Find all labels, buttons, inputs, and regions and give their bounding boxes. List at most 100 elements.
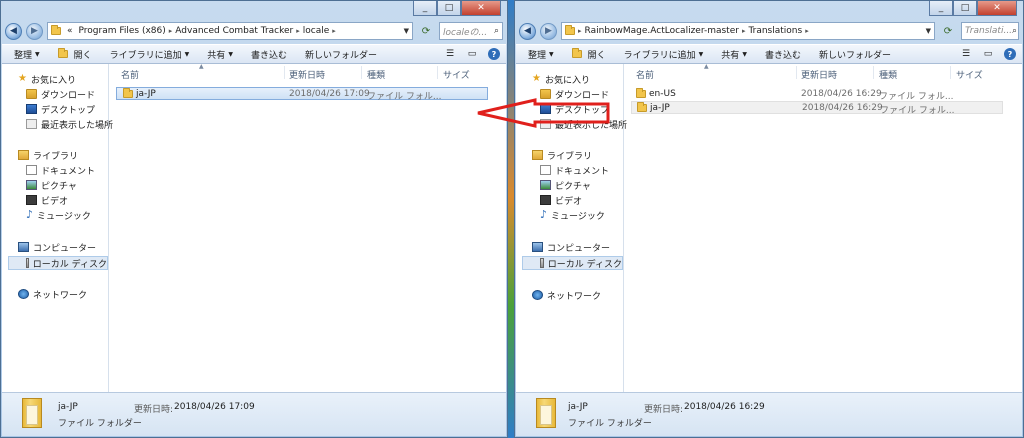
nav-libraries[interactable]: ライブラリ [18, 148, 78, 162]
address-segment[interactable]: locale [303, 26, 330, 36]
address-dropdown-icon[interactable]: ▼ [404, 27, 409, 35]
nav-documents[interactable]: ドキュメント [540, 163, 609, 177]
burn-button[interactable]: 書き込む [765, 48, 801, 61]
address-segment[interactable]: Advanced Combat Tracker [175, 26, 293, 36]
column-type[interactable]: 種類 [879, 68, 897, 81]
forward-button[interactable]: ▶ [540, 22, 557, 40]
search-icon[interactable]: ⌕ [494, 26, 499, 36]
nav-videos[interactable]: ビデオ [26, 193, 68, 207]
help-icon[interactable]: ? [1004, 48, 1016, 60]
file-row[interactable]: ja-JP 2018/04/26 16:29 ファイル フォル... [631, 101, 1003, 116]
forward-button[interactable]: ▶ [26, 22, 43, 40]
add-to-library-button[interactable]: ライブラリに追加 ▼ [110, 48, 190, 61]
address-overflow[interactable]: « [67, 26, 73, 36]
search-placeholder: Translati... [965, 26, 1013, 36]
column-date[interactable]: 更新日時 [289, 68, 325, 81]
add-to-library-button[interactable]: ライブラリに追加 ▼ [624, 48, 704, 61]
maximize-button[interactable]: □ [953, 1, 977, 16]
column-divider[interactable] [284, 66, 285, 79]
address-segment[interactable]: Translations [748, 26, 802, 36]
nav-favorites[interactable]: ★ お気に入り [18, 72, 76, 86]
column-size[interactable]: サイズ [443, 68, 470, 81]
open-button[interactable]: 開く [57, 48, 92, 61]
close-button[interactable]: ✕ [461, 1, 501, 16]
address-dropdown-icon[interactable]: ▼ [926, 27, 931, 35]
organize-button[interactable]: 整理 ▼ [14, 48, 40, 61]
nav-localdisk[interactable]: ローカル ディスク [8, 256, 108, 270]
address-separator-icon[interactable]: ▸ [169, 27, 173, 35]
nav-recent[interactable]: 最近表示した場所 [540, 117, 627, 131]
nav-network[interactable]: ネットワーク [532, 288, 601, 302]
star-icon: ★ [18, 73, 27, 84]
refresh-button[interactable]: ⟳ [939, 22, 957, 40]
share-button[interactable]: 共有 ▼ [721, 48, 747, 61]
address-separator-icon[interactable]: ▸ [578, 27, 582, 35]
column-divider[interactable] [950, 66, 951, 79]
help-icon[interactable]: ? [488, 48, 500, 60]
column-date[interactable]: 更新日時 [801, 68, 837, 81]
nav-label: ローカル ディスク [547, 259, 622, 270]
refresh-button[interactable]: ⟳ [417, 22, 435, 40]
back-button[interactable]: ◀ [519, 22, 536, 40]
column-name[interactable]: 名前 [121, 68, 139, 81]
close-button[interactable]: ✕ [977, 1, 1017, 16]
column-divider[interactable] [437, 66, 438, 79]
maximize-button[interactable]: □ [437, 1, 461, 16]
address-separator-icon[interactable]: ▸ [296, 27, 300, 35]
nav-music[interactable]: ♪ ミュージック [540, 208, 605, 222]
address-segment[interactable]: RainbowMage.ActLocalizer-master [585, 26, 739, 36]
burn-button[interactable]: 書き込む [251, 48, 287, 61]
nav-computer[interactable]: コンピューター [18, 240, 96, 254]
column-divider[interactable] [796, 66, 797, 79]
nav-network[interactable]: ネットワーク [18, 287, 87, 301]
organize-label: 整理 [528, 50, 547, 61]
nav-videos[interactable]: ビデオ [540, 193, 582, 207]
preview-pane-icon[interactable]: ▭ [466, 48, 478, 60]
back-button[interactable]: ◀ [5, 22, 22, 40]
view-options-icon[interactable]: ☰ [444, 48, 456, 60]
column-type[interactable]: 種類 [367, 68, 385, 81]
column-size[interactable]: サイズ [956, 68, 983, 81]
preview-pane-icon[interactable]: ▭ [982, 48, 994, 60]
new-folder-button[interactable]: 新しいフォルダー [819, 48, 891, 61]
minimize-button[interactable]: _ [929, 1, 953, 16]
column-divider[interactable] [873, 66, 874, 79]
open-button[interactable]: 開く [571, 48, 606, 61]
search-box[interactable]: Translati... ⌕ [961, 22, 1019, 40]
address-separator-icon[interactable]: ▸ [805, 27, 809, 35]
nav-documents[interactable]: ドキュメント [26, 163, 95, 177]
new-folder-button[interactable]: 新しいフォルダー [305, 48, 377, 61]
nav-libraries[interactable]: ライブラリ [532, 148, 592, 162]
organize-button[interactable]: 整理 ▼ [528, 48, 554, 61]
nav-favorites[interactable]: ★ お気に入り [532, 72, 590, 86]
nav-music[interactable]: ♪ ミュージック [26, 208, 91, 222]
nav-pictures[interactable]: ピクチャ [26, 178, 77, 192]
nav-downloads[interactable]: ダウンロード [540, 87, 609, 101]
column-divider[interactable] [361, 66, 362, 79]
file-row[interactable]: ja-JP 2018/04/26 17:09 ファイル フォル... [116, 87, 488, 102]
nav-label: ネットワーク [33, 290, 88, 301]
nav-downloads[interactable]: ダウンロード [26, 87, 95, 101]
search-box[interactable]: localeの... ⌕ [439, 22, 503, 40]
search-icon[interactable]: ⌕ [1012, 26, 1017, 36]
nav-localdisk[interactable]: ローカル ディスク [522, 256, 623, 270]
address-bar[interactable]: « Program Files (x86) ▸ Advanced Combat … [47, 22, 413, 40]
address-bar[interactable]: ▸ RainbowMage.ActLocalizer-master ▸ Tran… [561, 22, 935, 40]
address-row: ◀ ▶ ▸ RainbowMage.ActLocalizer-master ▸ … [519, 20, 1019, 42]
address-separator-icon[interactable]: ▸ [332, 27, 336, 35]
share-button[interactable]: 共有 ▼ [207, 48, 233, 61]
sort-indicator-icon: ▲ [199, 63, 204, 70]
nav-recent[interactable]: 最近表示した場所 [26, 117, 113, 131]
address-segment[interactable]: Program Files (x86) [79, 26, 166, 36]
nav-desktop[interactable]: デスクトップ [540, 102, 609, 116]
view-options-icon[interactable]: ☰ [960, 48, 972, 60]
address-separator-icon[interactable]: ▸ [742, 27, 746, 35]
nav-pictures[interactable]: ピクチャ [540, 178, 591, 192]
file-row[interactable]: en-US 2018/04/26 16:29 ファイル フォル... [631, 87, 1003, 102]
minimize-button[interactable]: _ [413, 1, 437, 16]
nav-computer[interactable]: コンピューター [532, 240, 610, 254]
column-name[interactable]: 名前 [636, 68, 654, 81]
nav-desktop[interactable]: デスクトップ [26, 102, 95, 116]
nav-label: 最近表示した場所 [41, 120, 114, 131]
file-date: 2018/04/26 17:09 [289, 89, 370, 99]
